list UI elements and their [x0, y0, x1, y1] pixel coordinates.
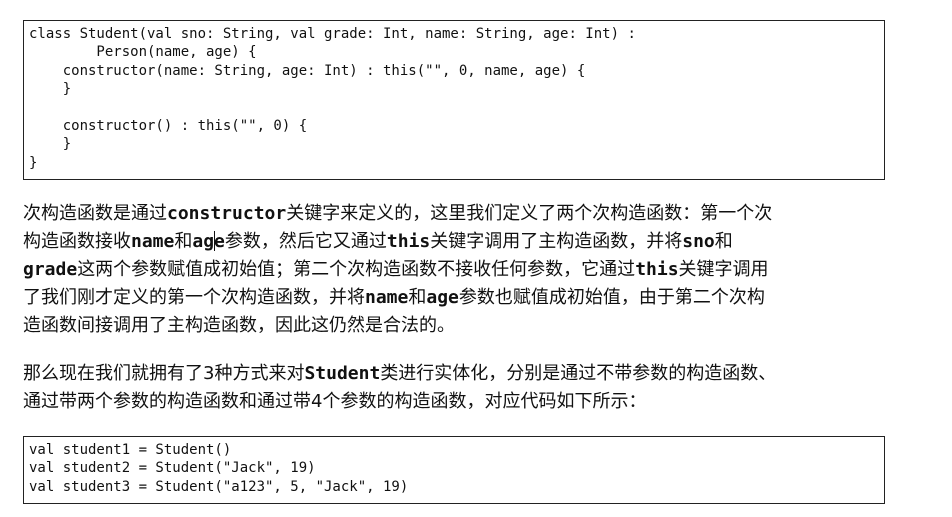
- inline-code: sno: [682, 231, 715, 252]
- paragraph-line: 通过带两个参数的构造函数和通过带4个参数的构造函数，对应代码如下所示：: [23, 388, 895, 416]
- code-line: val student1 = Student(): [29, 442, 232, 458]
- code-block-student-class: class Student(val sno: String, val grade…: [23, 20, 885, 180]
- text-run: 那么现在我们就拥有了3种方式来对: [23, 363, 305, 384]
- code-line: }: [29, 81, 72, 98]
- text-run: 造函数间接调用了主构造函数，因此这仍然是合法的。: [23, 315, 455, 336]
- code-line: }: [29, 136, 72, 153]
- text-run: 类进行实体化，分别是通过不带参数的构造函数、: [380, 363, 777, 384]
- text-run: 关键字来定义的，这里我们定义了两个次构造函数：第一个次: [286, 203, 773, 224]
- inline-code: ag: [192, 231, 215, 252]
- text-run: 和: [408, 287, 427, 308]
- text-run: 参数也赋值成初始值，由于第二个次构: [458, 287, 765, 308]
- text-run: 通过带两个参数的构造函数和通过带4个参数的构造函数，对应代码如下所示：: [23, 391, 647, 412]
- paragraph-line: 了我们刚才定义的第一个次构造函数，并将name和age参数也赋值成初始值，由于第…: [23, 284, 895, 312]
- text-run: 构造函数接收: [23, 231, 131, 252]
- paragraph-secondary-constructors: 次构造函数是通过constructor关键字来定义的，这里我们定义了两个次构造函…: [23, 200, 895, 340]
- code-line: val student3 = Student("a123", 5, "Jack"…: [29, 478, 409, 495]
- inline-code: Student: [304, 363, 381, 384]
- text-run: 参数，然后它又通过: [224, 231, 387, 252]
- paragraph-line: grade这两个参数赋值成初始值；第二个次构造函数不接收任何参数，它通过this…: [23, 256, 895, 284]
- paragraph-line: 次构造函数是通过constructor关键字来定义的，这里我们定义了两个次构造函…: [23, 200, 895, 228]
- text-run: 了我们刚才定义的第一个次构造函数，并将: [23, 287, 365, 308]
- inline-code: name: [365, 287, 409, 308]
- paragraph-instantiation: 那么现在我们就拥有了3种方式来对Student类进行实体化，分别是通过不带参数的…: [23, 360, 895, 416]
- inline-code: constructor: [167, 203, 287, 224]
- paragraph-line: 造函数间接调用了主构造函数，因此这仍然是合法的。: [23, 312, 895, 340]
- code-line: class Student(val sno: String, val grade…: [29, 26, 636, 42]
- inline-code: this: [635, 259, 679, 280]
- inline-code: e: [214, 231, 225, 252]
- text-run: 这两个参数赋值成初始值；第二个次构造函数不接收任何参数，它通过: [77, 259, 636, 280]
- text-run: 和: [714, 231, 733, 252]
- paragraph-line: 构造函数接收name和age参数，然后它又通过this关键字调用了主构造函数，并…: [23, 228, 895, 256]
- text-run: 次构造函数是通过: [23, 203, 167, 224]
- code-line: constructor() : this("", 0) {: [29, 117, 308, 134]
- text-run: 和: [174, 231, 193, 252]
- code-line: constructor(name: String, age: Int) : th…: [29, 62, 586, 79]
- code-line: }: [29, 154, 38, 171]
- inline-code: grade: [23, 259, 78, 280]
- inline-code: name: [131, 231, 175, 252]
- inline-code: this: [386, 231, 431, 252]
- code-line: val student2 = Student("Jack", 19): [29, 460, 316, 477]
- text-run: 关键字调用了主构造函数，并将: [430, 231, 683, 252]
- code-line: Person(name, age) {: [29, 44, 257, 61]
- paragraph-line: 那么现在我们就拥有了3种方式来对Student类进行实体化，分别是通过不带参数的…: [23, 360, 895, 388]
- inline-code: age: [426, 287, 459, 308]
- code-block-instantiation: val student1 = Student() val student2 = …: [23, 436, 885, 504]
- text-run: 关键字调用: [678, 259, 769, 280]
